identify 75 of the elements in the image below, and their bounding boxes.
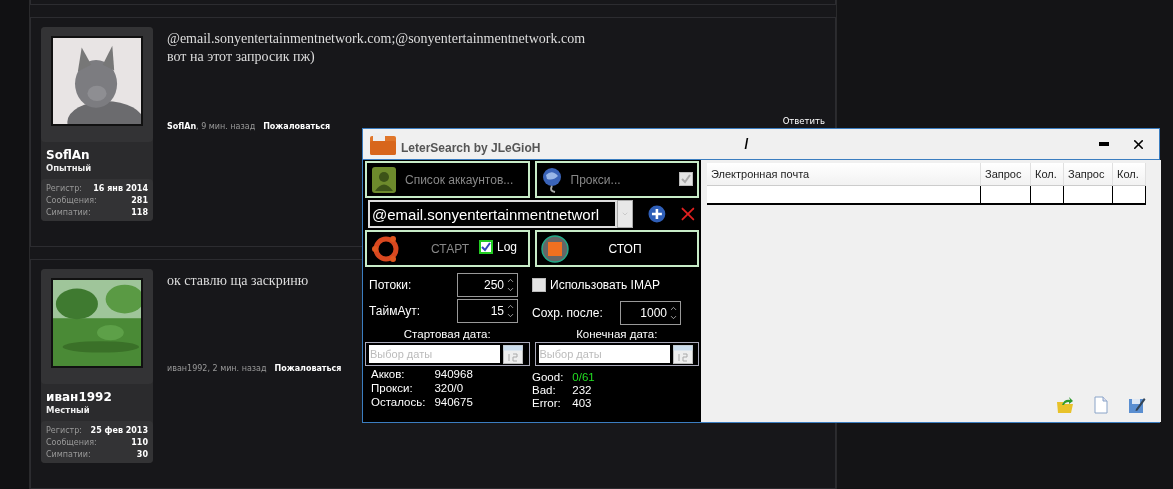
- title-mark: /: [744, 136, 749, 152]
- contact-book-icon: [371, 165, 397, 194]
- globe-icon: [540, 166, 563, 193]
- column-header[interactable]: Электронная почта: [707, 163, 981, 186]
- stat-value: 281: [131, 195, 148, 205]
- date-label: Конечная дата:: [575, 328, 659, 340]
- report-link[interactable]: Пожаловаться: [274, 363, 342, 373]
- proxy-button[interactable]: Прокси...: [534, 161, 699, 198]
- stat-value: 320/0: [434, 382, 465, 395]
- stat-label: Регистр:: [46, 183, 82, 193]
- table-cell: [1031, 186, 1064, 205]
- post-meta: иван1992, 2 мин. назад: [167, 363, 267, 373]
- stat-value: 940968: [434, 368, 473, 381]
- user-rank: Местный: [45, 403, 91, 417]
- table-cell: [1113, 186, 1146, 205]
- timeout-label: ТаймАут:: [369, 304, 421, 318]
- stop-button[interactable]: СТОП: [534, 230, 699, 267]
- message-text: @email.sonyentertainmentnetwork.com;@sonyentertainmentnetwork.com: [167, 29, 586, 48]
- save-after-label: Сохр. после:: [532, 306, 603, 320]
- column-header[interactable]: Кол.: [1113, 163, 1146, 186]
- stat-label: Симпатии:: [46, 449, 91, 459]
- calendar-icon[interactable]: [503, 344, 523, 364]
- column-header[interactable]: Запрос: [981, 163, 1031, 186]
- accounts-button[interactable]: Список аккаунтов...: [365, 161, 530, 198]
- query-field[interactable]: @email.sonyentertainmentnetworl: [368, 200, 617, 228]
- save-after-spinner[interactable]: 1000: [620, 301, 681, 325]
- stat-label: Симпатии:: [46, 207, 91, 217]
- reply-link[interactable]: Ответить: [782, 115, 825, 126]
- add-icon[interactable]: [648, 205, 667, 223]
- edit-icon[interactable]: [1128, 396, 1146, 414]
- stat-label: Error:: [532, 397, 562, 409]
- stat-value: 940675: [434, 396, 473, 409]
- threads-spinner[interactable]: 250: [457, 273, 518, 297]
- open-folder-icon[interactable]: [1056, 396, 1074, 414]
- stat-label: Осталось:: [371, 396, 426, 409]
- checkmark-icon: [481, 242, 491, 252]
- log-checkbox[interactable]: Log: [479, 240, 518, 254]
- threads-label: Потоки:: [369, 278, 412, 292]
- date-picker[interactable]: Выбор даты: [365, 342, 530, 366]
- timeout-spinner[interactable]: 15: [457, 299, 518, 323]
- stat-label: Акков:: [371, 368, 406, 381]
- stat-value: 403: [572, 397, 593, 409]
- caret-icon: [620, 210, 629, 218]
- stat-label: Сообщения:: [46, 437, 97, 447]
- stat-label: Регистр:: [46, 425, 82, 435]
- user-rank: Опытный: [45, 161, 93, 175]
- date-label: Стартовая дата:: [402, 328, 492, 340]
- checkmark-icon: [681, 174, 691, 184]
- stat-value: 30: [136, 449, 148, 459]
- stat-label: Прокси:: [371, 382, 414, 395]
- stat-value: 16 янв 2014: [93, 183, 148, 193]
- column-header[interactable]: Запрос: [1064, 163, 1113, 186]
- stat-label: Bad:: [532, 384, 557, 396]
- date-picker[interactable]: Выбор даты: [534, 342, 699, 366]
- stat-value: 232: [572, 384, 593, 396]
- stat-value: 110: [131, 437, 148, 447]
- minimize-icon: [1099, 142, 1109, 146]
- username[interactable]: SoflAn: [41, 141, 153, 162]
- stat-label: Сообщения:: [46, 195, 97, 205]
- column-header[interactable]: Кол.: [1031, 163, 1064, 186]
- stat-value: 25 фев 2013: [90, 425, 148, 435]
- stat-value: 118: [131, 207, 148, 217]
- calendar-icon[interactable]: [672, 344, 693, 364]
- post-meta: SoflAn, 9 мин. назад: [167, 121, 256, 131]
- stat-value: 0/61: [572, 371, 595, 383]
- message-text: ок ставлю ща заскриню: [167, 271, 309, 290]
- message-text: вот на этот запросик пж): [167, 47, 315, 66]
- table-cell: [981, 186, 1031, 205]
- window-title: LeterSearch by JLeGioH: [401, 141, 541, 155]
- imap-checkbox[interactable]: Использовать IMAP: [532, 278, 660, 292]
- stat-label: Good:: [532, 371, 564, 383]
- stop-icon: [540, 234, 569, 263]
- username[interactable]: иван1992: [41, 383, 153, 404]
- report-link[interactable]: Пожаловаться: [263, 121, 331, 131]
- table-cell: [1064, 186, 1113, 205]
